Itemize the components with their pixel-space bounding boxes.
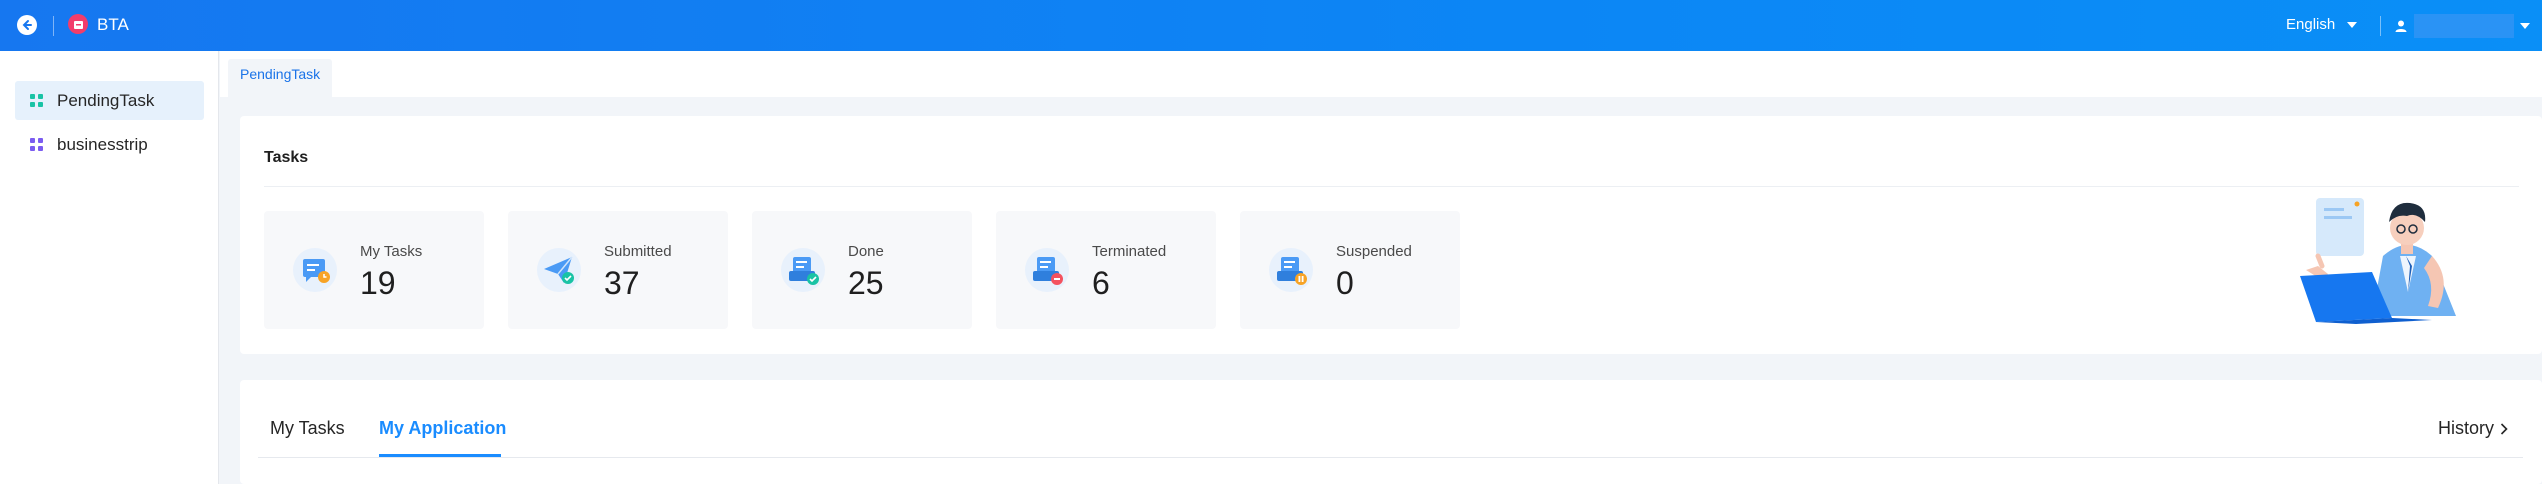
sidebar-item-label: businesstrip xyxy=(57,134,148,154)
page-tab-pendingtask[interactable]: PendingTask xyxy=(228,59,333,97)
stat-value: 25 xyxy=(848,265,884,301)
history-label: History xyxy=(2438,418,2495,438)
app-logo xyxy=(68,14,88,34)
stat-value: 0 xyxy=(1336,265,1354,301)
suspended-icon xyxy=(1269,248,1313,292)
stat-my-tasks[interactable]: My Tasks 19 xyxy=(264,211,484,329)
arrow-left-icon xyxy=(22,20,32,30)
stat-terminated[interactable]: Terminated 6 xyxy=(996,211,1216,329)
history-link[interactable]: History xyxy=(2438,418,2508,439)
language-label: English xyxy=(2286,16,2336,33)
stat-label: My Tasks xyxy=(360,243,423,260)
tasks-card: Tasks My Tasks 19 Submitted 37 Done 25 T… xyxy=(240,116,2542,354)
calendar-icon xyxy=(73,20,83,29)
stat-label: Suspended xyxy=(1336,243,1412,260)
application-card: My Tasks My Application History xyxy=(240,380,2542,484)
submitted-icon xyxy=(537,248,581,292)
sidebar-item-label: PendingTask xyxy=(57,90,155,110)
stat-done[interactable]: Done 25 xyxy=(752,211,972,329)
app-title: BTA xyxy=(97,15,129,34)
stat-suspended[interactable]: Suspended 0 xyxy=(1240,211,1460,329)
stat-submitted[interactable]: Submitted 37 xyxy=(508,211,728,329)
grid-icon xyxy=(30,138,43,151)
person-laptop-illustration xyxy=(2300,198,2456,324)
grid-icon xyxy=(30,94,43,107)
page-tab-strip: PendingTask xyxy=(220,51,2542,97)
card-divider xyxy=(264,186,2519,187)
top-bar: BTA English xyxy=(0,0,2542,51)
tabs-divider xyxy=(258,457,2523,458)
user-icon xyxy=(2395,20,2407,32)
topbar-divider xyxy=(53,16,54,36)
sidebar: PendingTask businesstrip xyxy=(0,51,219,484)
stat-label: Done xyxy=(848,243,884,260)
back-button[interactable] xyxy=(17,15,37,35)
user-name xyxy=(2414,14,2514,38)
tab-my-application[interactable]: My Application xyxy=(379,418,506,439)
topbar-divider xyxy=(2380,16,2381,36)
my-tasks-icon xyxy=(293,248,337,292)
tab-my-tasks[interactable]: My Tasks xyxy=(270,418,345,439)
done-icon xyxy=(781,248,825,292)
user-menu[interactable] xyxy=(2394,14,2530,38)
stat-value: 19 xyxy=(360,265,396,301)
stat-label: Submitted xyxy=(604,243,672,260)
active-tab-indicator xyxy=(379,454,501,457)
caret-down-icon xyxy=(2520,23,2530,29)
tasks-title: Tasks xyxy=(264,149,309,166)
stat-value: 37 xyxy=(604,265,640,301)
caret-down-icon xyxy=(2347,21,2358,28)
sidebar-item-pendingtask[interactable]: PendingTask xyxy=(15,81,204,120)
stat-label: Terminated xyxy=(1092,243,1167,260)
chevron-right-icon xyxy=(2500,422,2508,435)
sidebar-item-businesstrip[interactable]: businesstrip xyxy=(15,125,204,164)
stat-value: 6 xyxy=(1092,265,1110,301)
language-selector[interactable]: English xyxy=(2286,16,2358,33)
terminated-icon xyxy=(1025,248,1069,292)
